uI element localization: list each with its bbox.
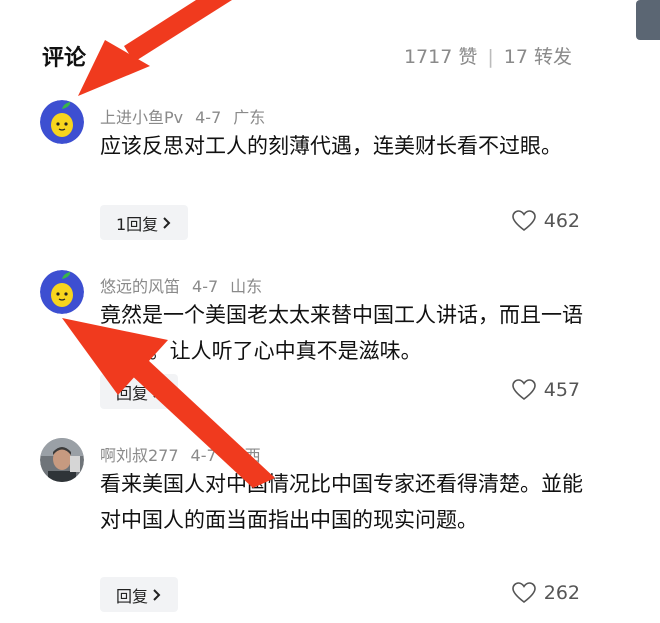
chevron-right-icon [153, 588, 161, 601]
comment-location: 广西 [228, 446, 261, 465]
comment-username[interactable]: 上进小鱼Pv [100, 108, 183, 127]
comment-text: 看来美国人对中国情况比中国专家还看得清楚。並能对中国人的面当面指出中国的现实问题… [100, 472, 583, 532]
comment-date: 4-7 [192, 277, 219, 296]
heart-icon [511, 379, 536, 401]
comment-date: 4-7 [195, 108, 222, 127]
like-count: 457 [543, 379, 580, 401]
comment-meta: 悠远的风笛 4-7 山东 [100, 273, 274, 297]
comment-text: 竟然是一个美国老太太来替中国工人讲话，而且一语中的 。让人听了心中真不是滋味。 [100, 303, 583, 363]
comments-title: 评论 [42, 46, 87, 71]
person-photo-avatar[interactable] [40, 438, 84, 482]
comment-username[interactable]: 啊刘叔277 [100, 446, 179, 465]
comment-location: 广东 [233, 108, 266, 127]
heart-icon [511, 582, 536, 604]
comments-header: 评论 1717 赞 | 17 转发 [0, 0, 660, 100]
chevron-right-icon [163, 216, 171, 229]
like-count: 462 [543, 210, 580, 232]
reply-button[interactable]: 回复 [100, 577, 179, 612]
like-button[interactable]: 457 [511, 379, 580, 401]
comment-location: 山东 [230, 277, 263, 296]
reply-label: 回复 [116, 383, 149, 403]
like-button[interactable]: 462 [511, 210, 580, 232]
comment-text: 应该反思对工人的刻薄代遇，连美财长看不过眼。 [100, 134, 562, 158]
lemon-avatar[interactable] [40, 100, 84, 144]
user-avatar-partial[interactable] [636, 0, 660, 40]
reply-label: 回复 [116, 586, 149, 606]
comment-username[interactable]: 悠远的风笛 [100, 277, 180, 296]
stats-divider: | [487, 46, 494, 68]
heart-icon [511, 210, 536, 232]
reply-label: 1回复 [116, 214, 159, 234]
like-count: 262 [543, 582, 580, 604]
reply-button[interactable]: 1回复 [100, 205, 189, 240]
reply-button[interactable]: 回复 [100, 374, 179, 409]
likes-count[interactable]: 1717 赞 [404, 46, 477, 68]
shares-count[interactable]: 17 转发 [504, 46, 572, 68]
comment-meta: 啊刘叔277 4-7 广西 [100, 442, 273, 466]
like-button[interactable]: 262 [511, 582, 580, 604]
comment-date: 4-7 [190, 446, 217, 465]
chevron-right-icon [153, 385, 161, 398]
lemon-avatar[interactable] [40, 270, 84, 314]
post-stats: 1717 赞 | 17 转发 [404, 42, 572, 69]
comment-meta: 上进小鱼Pv 4-7 广东 [100, 104, 277, 128]
